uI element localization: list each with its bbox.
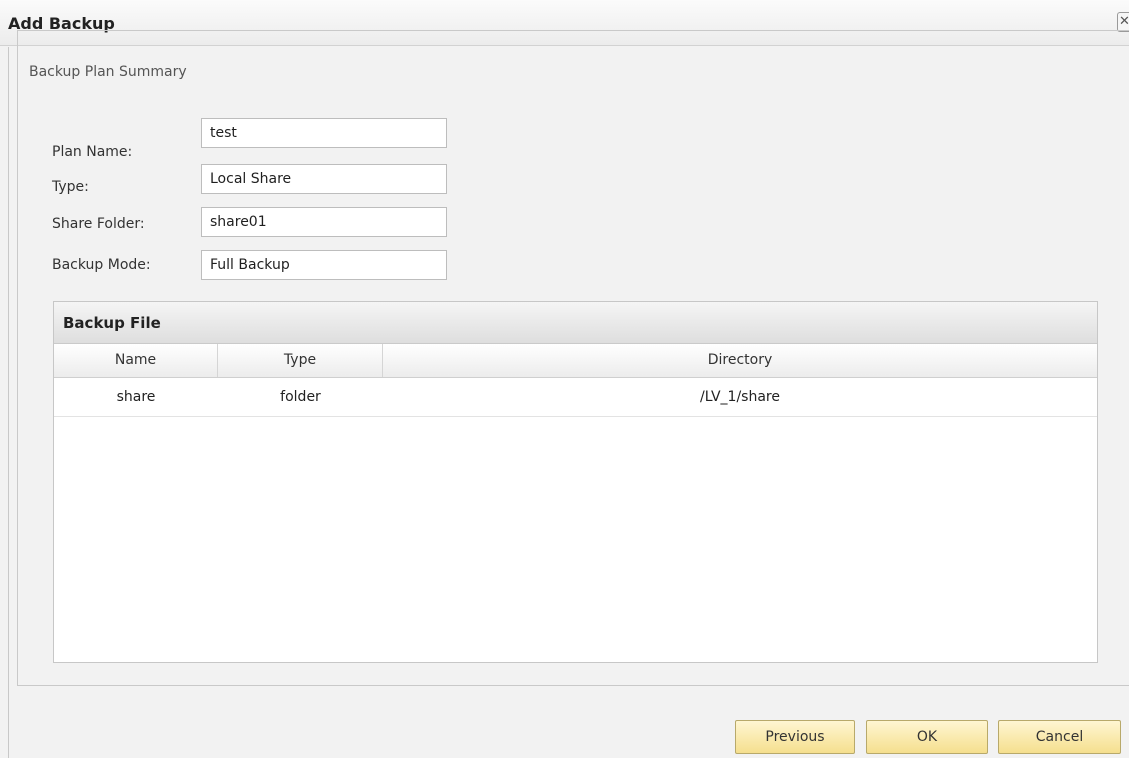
plan-name-label: Plan Name:: [52, 144, 133, 160]
backup-file-grid: Backup File Name Type Directory share fo…: [53, 301, 1098, 663]
add-backup-dialog: Add Backup ✕ Backup Plan Summary Plan Na…: [0, 0, 1129, 758]
cell-directory: /LV_1/share: [700, 389, 780, 405]
share-folder-label: Share Folder:: [52, 216, 145, 232]
backup-file-grid-title-bar: Backup File: [54, 302, 1097, 344]
share-folder-field[interactable]: share01: [201, 207, 447, 237]
column-header-directory[interactable]: Directory: [383, 344, 1097, 377]
close-icon[interactable]: ✕: [1117, 12, 1129, 32]
ok-button[interactable]: OK: [866, 720, 988, 754]
cell-type: folder: [280, 389, 321, 405]
plan-name-field[interactable]: test: [201, 118, 447, 148]
column-header-name[interactable]: Name: [54, 344, 218, 377]
type-label: Type:: [52, 179, 89, 195]
backup-file-grid-title: Backup File: [63, 314, 161, 332]
cancel-button[interactable]: Cancel: [998, 720, 1121, 754]
table-row[interactable]: share folder /LV_1/share: [54, 379, 1097, 417]
backup-mode-field[interactable]: Full Backup: [201, 250, 447, 280]
backup-mode-label: Backup Mode:: [52, 257, 151, 273]
type-field[interactable]: Local Share: [201, 164, 447, 194]
backup-plan-summary-legend: Backup Plan Summary: [24, 64, 192, 80]
backup-file-grid-header: Name Type Directory: [54, 344, 1097, 378]
cell-name: share: [116, 389, 156, 405]
previous-button[interactable]: Previous: [735, 720, 855, 754]
column-header-type[interactable]: Type: [218, 344, 383, 377]
